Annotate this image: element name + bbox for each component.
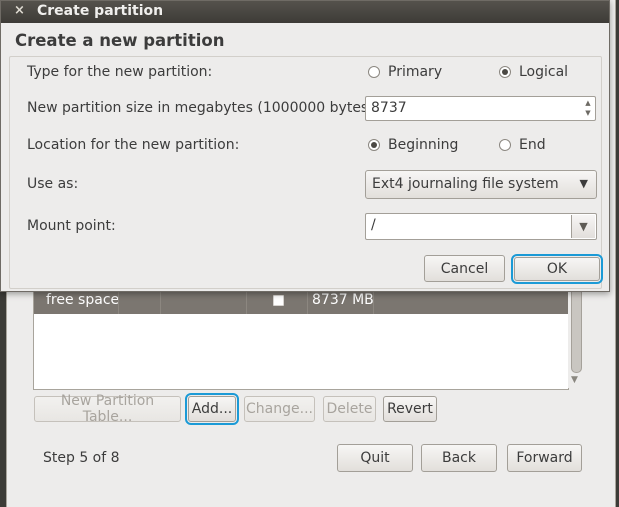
- partition-table[interactable]: free space 8737 MB: [33, 287, 569, 390]
- partition-size-spinner[interactable]: 8737 ▲ ▼: [365, 96, 596, 121]
- use-as-select[interactable]: Ext4 journaling file system ▼: [365, 170, 597, 199]
- radio-primary-indicator[interactable]: [368, 66, 380, 78]
- delete-partition-button[interactable]: Delete: [323, 396, 376, 422]
- cancel-button[interactable]: Cancel: [424, 255, 505, 282]
- table-scrollbar[interactable]: ▼: [568, 287, 583, 388]
- chevron-down-icon[interactable]: ▼: [580, 177, 588, 190]
- format-checkbox[interactable]: [273, 295, 284, 306]
- add-partition-button[interactable]: Add...: [185, 393, 239, 425]
- partition-size-label: New partition size in megabytes (1000000…: [27, 100, 379, 116]
- dialog-heading: Create a new partition: [15, 31, 225, 50]
- radio-end-label: End: [519, 137, 546, 153]
- window-title: Create partition: [37, 3, 164, 19]
- radio-beginning-indicator[interactable]: [368, 139, 380, 151]
- chevron-down-icon[interactable]: ▼: [571, 215, 595, 238]
- mount-point-value[interactable]: /: [371, 217, 376, 233]
- dialog-titlebar: × Create partition: [1, 1, 609, 23]
- radio-end-indicator[interactable]: [499, 139, 511, 151]
- close-icon[interactable]: ×: [14, 3, 25, 18]
- use-as-value: Ext4 journaling file system: [372, 176, 559, 192]
- scroll-down-icon[interactable]: ▼: [571, 375, 578, 385]
- radio-end[interactable]: End: [499, 137, 546, 153]
- mount-point-label: Mount point:: [27, 218, 116, 234]
- forward-button[interactable]: Forward: [507, 444, 582, 472]
- create-partition-dialog: × Create partition Create a new partitio…: [0, 0, 610, 292]
- radio-logical-indicator[interactable]: [499, 66, 511, 78]
- radio-primary[interactable]: Primary: [368, 64, 442, 80]
- partition-size-value[interactable]: 8737: [371, 100, 407, 116]
- back-button[interactable]: Back: [421, 444, 497, 472]
- partition-location-label: Location for the new partition:: [27, 137, 240, 153]
- ok-button[interactable]: OK: [511, 254, 603, 284]
- radio-primary-label: Primary: [388, 64, 443, 80]
- revert-button[interactable]: Revert: [383, 396, 437, 422]
- quit-button[interactable]: Quit: [337, 444, 413, 472]
- spin-arrows-icon[interactable]: ▲ ▼: [583, 98, 593, 118]
- partition-type-label: Type for the new partition:: [27, 64, 213, 80]
- new-partition-table-button[interactable]: New Partition Table...: [34, 393, 181, 425]
- mount-point-combo[interactable]: / ▼: [365, 213, 597, 240]
- radio-logical[interactable]: Logical: [499, 64, 568, 80]
- use-as-label: Use as:: [27, 176, 79, 192]
- radio-beginning[interactable]: Beginning: [368, 137, 458, 153]
- scrollbar-thumb[interactable]: [571, 287, 582, 373]
- step-indicator: Step 5 of 8: [43, 450, 120, 466]
- change-partition-button[interactable]: Change...: [244, 396, 315, 422]
- radio-logical-label: Logical: [519, 64, 569, 80]
- radio-beginning-label: Beginning: [388, 137, 459, 153]
